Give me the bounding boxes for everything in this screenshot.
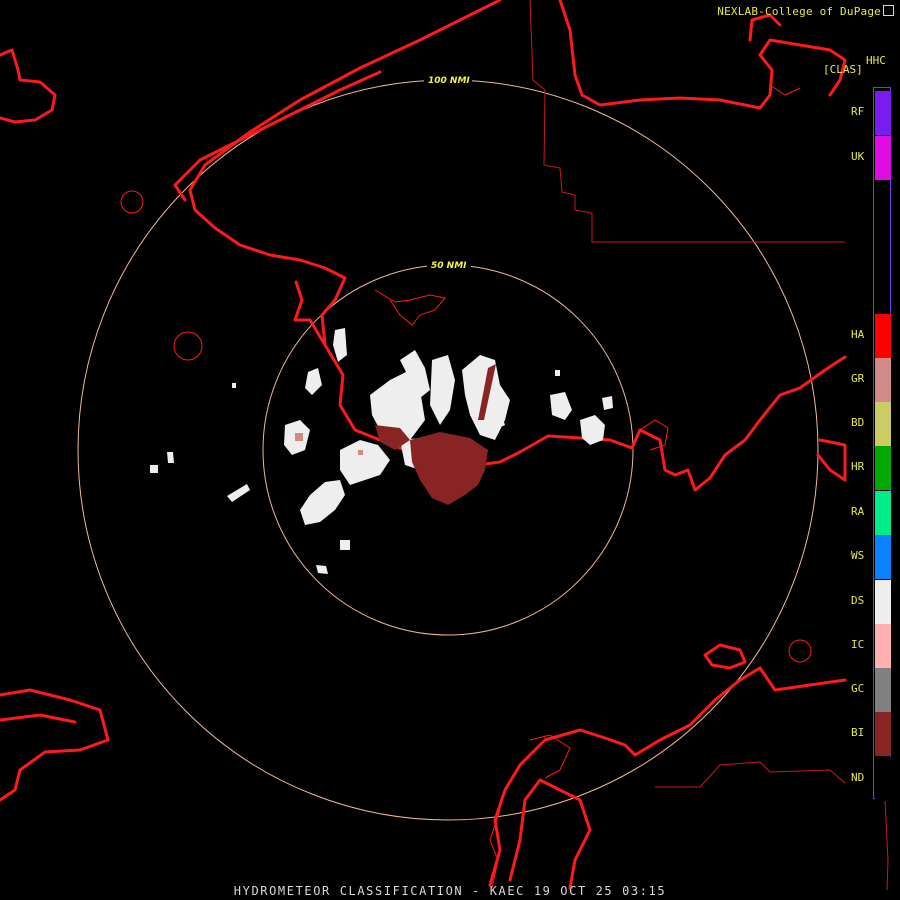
legend-swatch-ds — [875, 580, 891, 624]
credit-text: NEXLAB-College of DuPage — [717, 4, 894, 18]
echo-cluster-center-c — [430, 355, 455, 425]
lake-west — [173, 331, 203, 361]
echo-cluster-nw — [305, 368, 322, 395]
shoreline-ne-detail — [769, 84, 801, 96]
echo-cluster-east-c — [602, 396, 613, 410]
echo-cluster-north — [333, 328, 347, 362]
echo-small-4 — [167, 452, 174, 463]
echoes-dry-snow — [150, 328, 613, 574]
coast-northeast-inner — [748, 13, 782, 42]
legend-swatch-ha — [875, 314, 891, 358]
legend-label-rf: RF — [851, 105, 865, 118]
echo-bio-center — [410, 432, 488, 505]
lake-southeast — [788, 639, 812, 663]
legend-swatch-bi — [875, 712, 891, 756]
echo-graupel-1 — [295, 433, 303, 441]
legend-label-uk: UK — [851, 150, 865, 163]
echo-small-2 — [316, 565, 328, 574]
coast-southeast-lake — [703, 643, 747, 670]
legend-swatch-rf — [875, 91, 891, 135]
legend-label-ha: HA — [851, 328, 865, 341]
state-border-south — [655, 761, 846, 788]
shoreline-islands-north — [374, 289, 446, 326]
ring-label-100: 100 NMI — [428, 76, 470, 86]
political-borders — [529, 0, 889, 891]
echo-cluster-sw-b — [300, 480, 345, 525]
coast-east-inlet — [816, 438, 847, 482]
legend-swatch-nd — [875, 757, 891, 801]
product-code: HHC — [866, 54, 886, 67]
echo-graupel-2 — [358, 450, 363, 455]
border-right-edge — [884, 799, 889, 891]
legend-swatch-ra — [875, 491, 891, 535]
coast-south-peninsula — [488, 666, 762, 887]
echo-cluster-east-a — [550, 392, 572, 420]
legend-swatch-gc — [875, 668, 891, 712]
legend-label-hr: HR — [851, 460, 865, 473]
coast-north-inner — [173, 70, 382, 202]
credit-label: NEXLAB-College of DuPage — [717, 5, 881, 18]
coast-southeast — [758, 666, 847, 692]
legend-swatch-gr — [875, 358, 891, 402]
echo-small-3 — [150, 465, 158, 473]
legend-label-ra: RA — [851, 505, 865, 518]
legend-label-nd: ND — [851, 771, 865, 784]
shoreline-south-detail — [529, 734, 571, 779]
legend-swatch-hr — [875, 446, 891, 490]
legend-label-ic: IC — [851, 638, 865, 651]
state-border-north — [529, 0, 845, 243]
lake-small-nw — [120, 190, 144, 214]
legend-label-bi: BI — [851, 726, 865, 739]
radar-map: 100 NMI 50 NMI — [0, 0, 889, 891]
coast-northwest — [188, 0, 847, 492]
product-class: [CLAS] — [823, 63, 863, 76]
ring-label-50: 50 NMI — [431, 261, 467, 271]
legend-label-ds: DS — [851, 594, 865, 607]
echo-small-6 — [232, 383, 236, 388]
coast-topleft-island — [0, 48, 57, 124]
legend-swatch-bd — [875, 402, 891, 446]
legend-color-bar — [873, 87, 891, 801]
coast-southwest — [0, 688, 110, 802]
shoreline-east-detail — [639, 419, 669, 451]
legend-swatch-uk — [875, 136, 891, 180]
coast-southwest-inner — [0, 713, 77, 724]
echo-cluster-east-b — [580, 415, 605, 445]
echo-small-7 — [555, 370, 560, 376]
legend-label-gc: GC — [851, 682, 865, 695]
echo-small-5 — [227, 484, 250, 502]
legend-swatch-ws — [875, 535, 891, 579]
external-link-icon — [883, 5, 894, 16]
coast-peninsula-west — [293, 280, 327, 347]
echo-small-1 — [340, 540, 350, 550]
legend-label-gr: GR — [851, 372, 865, 385]
legend-label-bd: BD — [851, 416, 865, 429]
legend-label-ws: WS — [851, 549, 865, 562]
legend-swatch-ic — [875, 624, 891, 668]
product-title: HYDROMETEOR CLASSIFICATION - KAEC 19 OCT… — [233, 884, 667, 898]
echo-cluster-sw-a — [340, 440, 390, 485]
